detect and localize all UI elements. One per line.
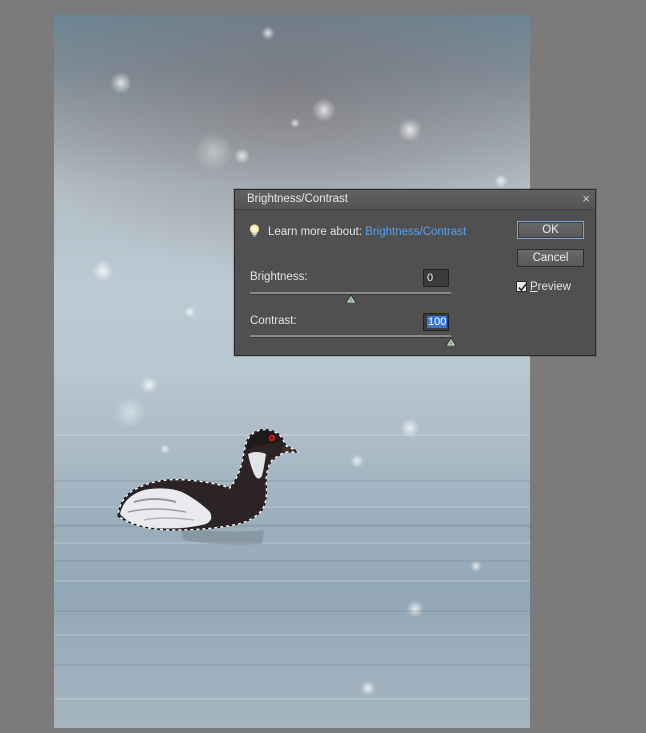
snow-bokeh xyxy=(406,600,424,618)
snow-bokeh xyxy=(350,454,364,468)
learn-more-label: Learn more about: xyxy=(268,226,362,238)
snow-bokeh xyxy=(494,174,508,188)
contrast-label: Contrast: xyxy=(250,315,297,327)
water-ripple xyxy=(54,580,530,582)
ok-button[interactable]: OK xyxy=(517,221,584,239)
cancel-button[interactable]: Cancel xyxy=(517,249,584,267)
preview-checkbox[interactable] xyxy=(516,281,528,292)
snow-bokeh xyxy=(110,72,132,94)
checkmark-icon xyxy=(518,283,528,292)
preview-label: review xyxy=(537,281,571,293)
brightness-input[interactable]: 0 xyxy=(423,269,449,287)
snow-bokeh xyxy=(194,132,234,172)
water-ripple xyxy=(54,560,530,562)
water-ripple xyxy=(54,698,530,700)
snow-bokeh xyxy=(261,26,275,40)
water-ripple xyxy=(54,664,530,666)
contrast-slider-thumb[interactable] xyxy=(446,338,456,346)
snow-bokeh xyxy=(360,680,376,696)
brightness-value: 0 xyxy=(427,272,434,284)
image-canvas[interactable] xyxy=(54,14,530,728)
brightness-slider-thumb[interactable] xyxy=(345,295,356,303)
contrast-input[interactable]: 100 xyxy=(423,313,449,331)
lightbulb-icon xyxy=(249,224,260,237)
water-ripple xyxy=(54,634,530,636)
preview-label-accesskey: P xyxy=(530,281,538,293)
snow-bokeh xyxy=(290,118,300,128)
brightness-label: Brightness: xyxy=(250,271,308,283)
contrast-slider-track[interactable] xyxy=(250,335,451,338)
snow-bokeh xyxy=(92,260,114,282)
brightness-contrast-dialog: Brightness/Contrast × Learn more about: … xyxy=(234,189,596,356)
preview-toggle[interactable]: Preview xyxy=(516,281,571,293)
contrast-value: 100 xyxy=(427,316,448,328)
dialog-titlebar[interactable]: Brightness/Contrast × xyxy=(235,190,595,210)
snow-bokeh xyxy=(140,376,158,394)
water-ripple xyxy=(54,610,530,612)
close-icon[interactable]: × xyxy=(582,191,590,206)
snow-bokeh xyxy=(312,98,336,122)
grebe-selection xyxy=(117,428,300,545)
snow-bokeh xyxy=(234,148,250,164)
learn-more-link[interactable]: Brightness/Contrast xyxy=(365,226,466,238)
snow-bokeh xyxy=(398,118,422,142)
snow-bokeh xyxy=(184,306,196,318)
dialog-title: Brightness/Contrast xyxy=(247,193,348,205)
learn-more-row: Learn more about: Brightness/Contrast xyxy=(249,224,466,238)
